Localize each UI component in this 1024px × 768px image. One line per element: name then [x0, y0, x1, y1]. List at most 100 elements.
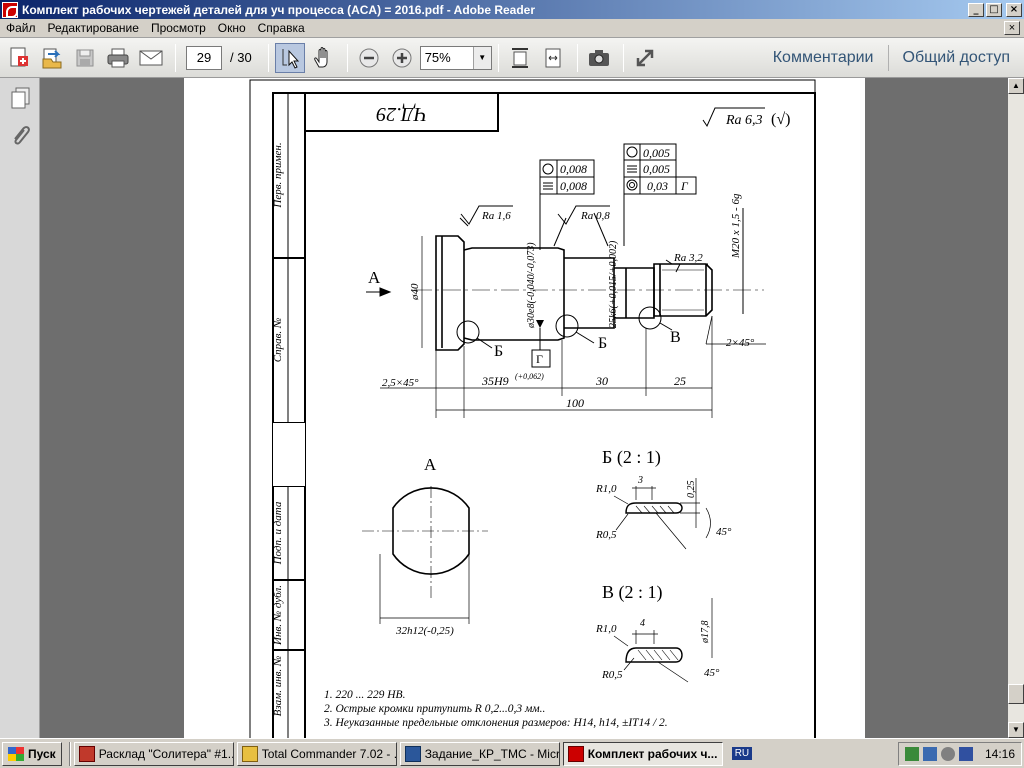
toolbar-separator: [346, 43, 348, 72]
menu-edit[interactable]: Редактирование: [42, 21, 145, 35]
minimize-button[interactable]: _: [968, 2, 984, 17]
menu-window[interactable]: Окно: [212, 21, 252, 35]
thread-label: M20 x 1,5 - 6g: [730, 193, 742, 259]
tol-right-datum: Г: [680, 179, 689, 193]
toolbar-separator: [497, 43, 499, 72]
scroll-up-icon[interactable]: ▲: [1008, 78, 1024, 94]
roughness-paren: (√): [771, 111, 790, 128]
document-viewport[interactable]: ЧД.29 Перв. примен. Справ. № Подп. и дат…: [40, 78, 1008, 738]
tol-right-2: 0,005: [643, 162, 670, 176]
technical-drawing: ЧД.29 Перв. примен. Справ. № Подп. и дат…: [249, 79, 816, 738]
detail-b-3: 3: [637, 475, 643, 486]
display-icon[interactable]: [922, 746, 937, 761]
attachments-icon[interactable]: [6, 122, 34, 150]
ra-label-3: Ra 3,2: [673, 252, 703, 264]
scroll-thumb[interactable]: [1008, 684, 1024, 704]
detail-v-178: ø17,8: [700, 621, 711, 645]
pages-icon[interactable]: [6, 84, 34, 112]
tol-right-3: 0,03: [647, 179, 668, 193]
page-number-input[interactable]: 29: [186, 45, 222, 70]
detail-marker-b2: Б: [598, 335, 607, 352]
fit-page-icon[interactable]: [505, 43, 535, 73]
maximize-button[interactable]: □: [986, 2, 1002, 17]
print-icon[interactable]: [103, 43, 133, 73]
share-link[interactable]: Общий доступ: [889, 49, 1024, 67]
language-indicator[interactable]: RU: [731, 747, 753, 760]
windows-logo-icon: [8, 746, 24, 761]
dim-35-tol: (+0,062): [515, 372, 544, 381]
select-tool-icon[interactable]: [274, 42, 305, 73]
dim-dia-40: ø40: [409, 283, 421, 301]
menu-file[interactable]: Файл: [0, 21, 42, 35]
note-1: 1. 220 ... 229 HB.: [324, 689, 406, 701]
dim-100: 100: [566, 396, 584, 410]
network-icon[interactable]: [904, 746, 919, 761]
vertical-scrollbar[interactable]: ▲ ▼: [1008, 78, 1024, 738]
detail-b-r05: R0,5: [595, 529, 617, 541]
task-label: Расклад "Солитера" #1...: [98, 746, 234, 761]
ra-label-1: Ra 1,6: [481, 210, 511, 222]
side-label-ref: Справ. №: [272, 318, 284, 362]
detail-b-45: 45°: [716, 526, 732, 538]
detail-b-r1: R1,0: [595, 483, 617, 495]
toolbar-separator: [576, 43, 578, 72]
shield-icon[interactable]: [940, 746, 955, 761]
taskbar-divider: [68, 741, 71, 766]
title-bar: Комплект рабочих чертежей деталей для уч…: [0, 0, 1024, 19]
menu-view[interactable]: Просмотр: [145, 21, 212, 35]
detail-marker-v: В: [670, 329, 681, 346]
dim-chamfer-2: 2×45°: [726, 337, 755, 349]
roughness-general: Ra 6,3: [725, 113, 763, 128]
word-icon: [404, 745, 421, 762]
snapshot-icon[interactable]: [584, 43, 614, 73]
close-button[interactable]: ×: [1006, 2, 1022, 17]
hand-tool-icon[interactable]: [308, 43, 338, 73]
tol-left-2: 0,008: [560, 179, 587, 193]
note-3: 3. Неуказанные предельные отклонения раз…: [324, 717, 668, 729]
toolbar-separator: [622, 43, 624, 72]
task-solitaire[interactable]: Расклад "Солитера" #1...: [73, 741, 234, 766]
zoom-out-icon[interactable]: [354, 43, 384, 73]
total-commander-icon: [241, 745, 258, 762]
chevron-down-icon[interactable]: ▼: [472, 46, 491, 69]
menu-help[interactable]: Справка: [252, 21, 311, 35]
section-a-label: A: [424, 455, 437, 474]
detail-v-45: 45°: [704, 667, 720, 679]
dim-25: 25: [674, 374, 686, 388]
toolbar-separator: [175, 43, 176, 72]
dim-chamfer-25: 2,5×45°: [382, 377, 419, 389]
task-label: Total Commander 7.02 - ...: [261, 746, 397, 761]
zoom-select[interactable]: 75% ▼: [419, 45, 492, 70]
clock: 14:16: [984, 746, 1015, 761]
detail-v-r05: R0,5: [601, 669, 623, 681]
comments-link[interactable]: Комментарии: [759, 49, 888, 67]
volume-icon[interactable]: [958, 746, 973, 761]
side-label-repl-inv: Взам. инв. №: [272, 656, 284, 717]
email-icon[interactable]: [136, 43, 166, 73]
detail-b-025: 0,25: [686, 481, 697, 499]
detail-v-4: 4: [640, 618, 645, 629]
toolbar-separator: [267, 43, 269, 72]
task-adobe-reader[interactable]: Комплект рабочих ч...: [562, 741, 723, 766]
dim-dia-25: 25k6(+0,015/+0,002): [608, 240, 619, 328]
scroll-down-icon[interactable]: ▼: [1008, 722, 1024, 738]
toolbar: 29 / 30 75% ▼ Комментарии Общий доступ: [0, 38, 1024, 78]
fit-width-icon[interactable]: [538, 43, 568, 73]
tol-right-1: 0,005: [643, 146, 670, 160]
detail-b-title: Б (2 : 1): [602, 447, 661, 468]
expand-icon[interactable]: [630, 43, 660, 73]
datum-label: Г: [536, 352, 543, 366]
open-icon[interactable]: [37, 43, 67, 73]
start-button[interactable]: Пуск: [2, 741, 62, 766]
side-label-first-use: Перв. примен.: [272, 142, 284, 208]
pdf-page: ЧД.29 Перв. примен. Справ. № Подп. и дат…: [184, 78, 865, 738]
document-close-button[interactable]: ×: [1004, 21, 1020, 35]
create-pdf-icon[interactable]: [4, 43, 34, 73]
note-2: 2. Острые кромки притупить R 0,2...0,3 м…: [324, 703, 546, 715]
solitaire-icon: [78, 745, 95, 762]
side-label-dup-inv: Инв. № дубл.: [272, 585, 284, 646]
task-word[interactable]: Задание_КР_ТМС - Micr...: [399, 741, 560, 766]
zoom-in-icon[interactable]: [387, 43, 417, 73]
save-icon[interactable]: [70, 43, 100, 73]
task-total-commander[interactable]: Total Commander 7.02 - ...: [236, 741, 397, 766]
